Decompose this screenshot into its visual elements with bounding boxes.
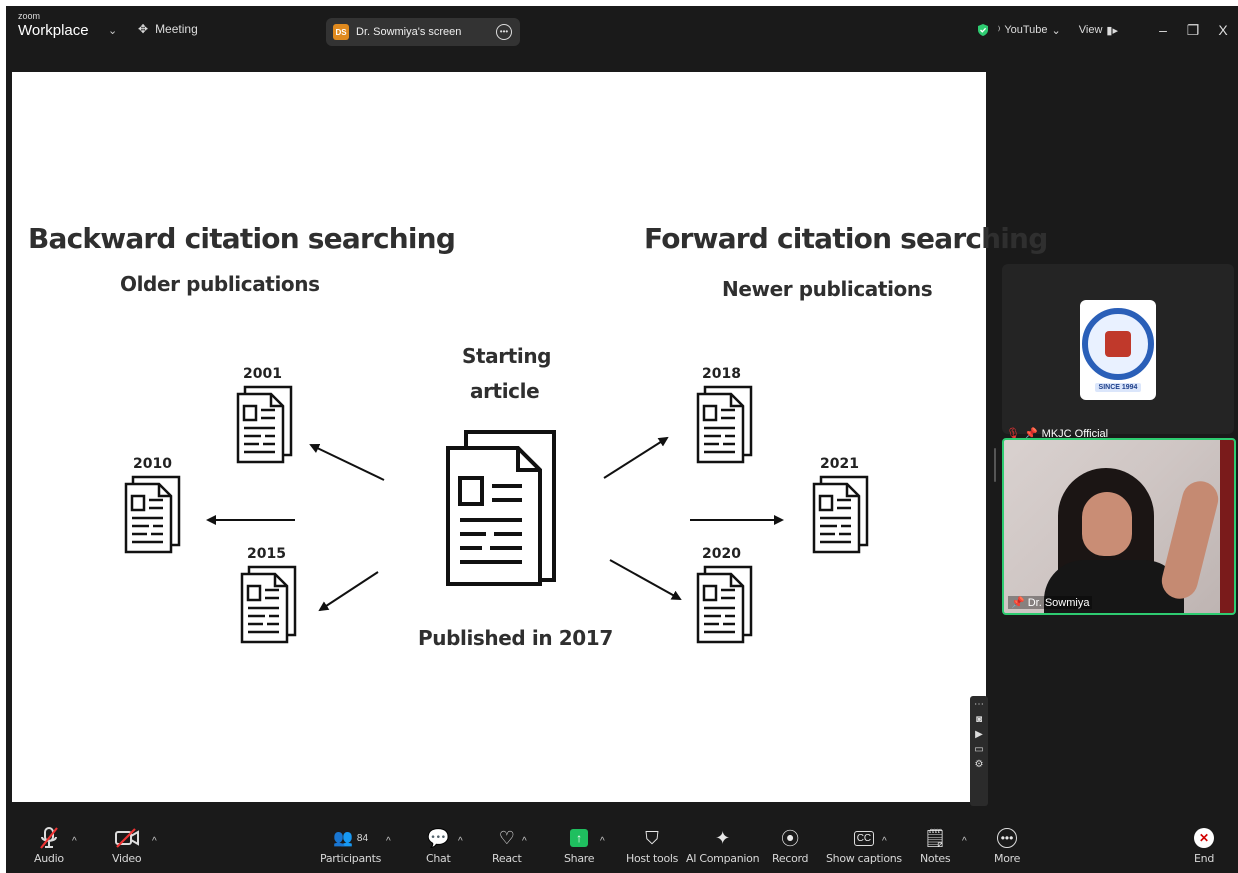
meeting-controls: Audio ^ Video ^ 👥 84 Participants ^ 💬 Cha… — [6, 814, 1238, 873]
participants-count: 84 — [356, 832, 369, 844]
broadcast-icon: ⁾ — [997, 24, 1001, 37]
audio-options-caret[interactable]: ^ — [72, 836, 77, 847]
screen-share-label: Dr. Sowmiya's screen — [356, 26, 462, 38]
participant-name-tag: 📌 Dr. Sowmiya — [1008, 596, 1093, 609]
title-bar: zoom Workplace ⌄ ✥ Meeting DS Dr. Sowmiy… — [6, 6, 1238, 62]
camera-icon[interactable]: ◙ — [976, 715, 982, 725]
closed-captions-icon: CC — [853, 824, 875, 852]
participants-icon: 👥 84 — [332, 830, 369, 847]
chat-options-caret[interactable]: ^ — [458, 836, 463, 847]
chat-button[interactable]: 💬 Chat — [426, 824, 451, 866]
record-icon: ⦿ — [781, 829, 800, 849]
record-label: Record — [772, 852, 809, 865]
react-options-caret[interactable]: ^ — [522, 836, 527, 847]
participants-label: Participants — [320, 852, 382, 865]
muted-mic-icon — [39, 824, 59, 852]
host-shield-icon: ⛉ — [645, 827, 659, 848]
view-menu[interactable]: View ▮▸ — [1079, 24, 1118, 37]
speaker-arm — [1158, 477, 1222, 603]
host-tools-button[interactable]: ⛉ Host tools — [626, 824, 679, 866]
screen-share-pill[interactable]: DS Dr. Sowmiya's screen ••• — [326, 18, 520, 46]
floating-share-toolbar: ⋯ ◙ ▶ ▭ ⚙ — [970, 696, 988, 806]
restore-button[interactable]: ❐ — [1178, 22, 1208, 39]
logo-text: SINCE 1994 — [1094, 383, 1142, 392]
share-screen-icon: ↑ — [570, 824, 589, 852]
video-button[interactable]: Video — [112, 824, 142, 865]
meeting-menu[interactable]: ✥ Meeting — [138, 22, 198, 36]
citation-arrows — [206, 436, 784, 612]
pin-icon: 📌 — [1011, 597, 1025, 609]
chat-label: Chat — [426, 852, 451, 865]
participant-tile-mkjc[interactable]: SINCE 1994 🎙 📌 MKJC Official — [1002, 264, 1234, 440]
presenter-avatar: DS — [333, 24, 349, 40]
brand-small: zoom — [18, 11, 41, 21]
host-tools-label: Host tools — [626, 852, 679, 865]
meeting-label: Meeting — [155, 22, 198, 36]
more-button[interactable]: ••• More — [994, 824, 1020, 865]
college-logo: SINCE 1994 — [1080, 300, 1156, 400]
title-bar-right: ⁾ YouTube ⌄ View ▮▸ – ❐ X — [976, 18, 1238, 42]
video-off-icon — [114, 824, 140, 852]
zoom-workplace-logo: zoom Workplace — [18, 11, 89, 39]
shared-screen: Backward citation searching Older public… — [12, 72, 1048, 802]
chevron-down-icon[interactable]: ⌄ — [108, 24, 117, 37]
background-curtain — [1220, 440, 1234, 613]
brand-large: Workplace — [18, 22, 89, 39]
participant-tile-dr-sowmiya[interactable]: 📌 Dr. Sowmiya — [1002, 438, 1236, 615]
security-shield-icon[interactable] — [976, 23, 990, 37]
more-options-icon[interactable]: ••• — [496, 24, 512, 40]
captions-options-caret[interactable]: ^ — [882, 836, 887, 847]
sparkle-icon: ✦ — [715, 827, 731, 848]
notes-label: Notes — [920, 852, 951, 865]
drag-handle-icon[interactable]: ⋯ — [974, 700, 984, 710]
speaker-face — [1082, 492, 1132, 556]
video-label: Video — [112, 852, 142, 865]
participants-button[interactable]: 👥 84 Participants — [320, 824, 381, 865]
audio-button[interactable]: Audio — [34, 824, 64, 865]
end-label: End — [1194, 852, 1215, 865]
record-button[interactable]: ⦿ Record — [772, 824, 809, 865]
captions-button[interactable]: CC Show captions — [826, 824, 902, 865]
react-button[interactable]: ♡ React — [492, 824, 522, 866]
panel-resize-handle[interactable] — [994, 448, 996, 482]
ai-companion-label: AI Companion — [686, 852, 760, 865]
heart-icon: ♡ — [498, 827, 515, 848]
end-button[interactable]: ✕ End — [1194, 824, 1214, 865]
view-label: View — [1078, 24, 1103, 36]
logo-crest — [1105, 331, 1131, 357]
react-label: React — [492, 852, 522, 865]
stream-label: YouTube — [1004, 24, 1048, 36]
ai-companion-button[interactable]: ✦ AI Companion — [686, 824, 760, 866]
window-icon[interactable]: ▭ — [974, 745, 983, 755]
video-options-caret[interactable]: ^ — [152, 836, 157, 847]
share-button[interactable]: ↑ Share — [564, 824, 595, 865]
captions-label: Show captions — [826, 852, 902, 865]
settings-icon[interactable]: ⚙ — [975, 760, 984, 770]
more-icon: ••• — [997, 824, 1018, 852]
meeting-icon: ✥ — [138, 22, 149, 36]
video-icon[interactable]: ▶ — [975, 730, 983, 740]
more-label: More — [994, 852, 1021, 865]
chevron-down-icon: ⌄ — [1051, 24, 1061, 37]
logo-emblem — [1082, 308, 1154, 380]
minimize-button[interactable]: – — [1148, 22, 1178, 38]
chat-icon: 💬 — [427, 827, 450, 848]
share-options-caret[interactable]: ^ — [600, 836, 605, 847]
audio-label: Audio — [34, 852, 64, 865]
notes-options-caret[interactable]: ^ — [962, 836, 967, 847]
zoom-window: zoom Workplace ⌄ ✥ Meeting DS Dr. Sowmiy… — [6, 6, 1238, 873]
participant-name: Dr. Sowmiya — [1027, 596, 1090, 609]
close-button[interactable]: X — [1208, 22, 1238, 38]
notes-icon: 🗒 — [923, 827, 947, 848]
end-call-icon: ✕ — [1194, 824, 1214, 852]
live-stream-menu[interactable]: ⁾ YouTube ⌄ — [998, 24, 1061, 37]
share-label: Share — [564, 852, 595, 865]
notes-button[interactable]: 🗒 Notes — [920, 824, 951, 866]
participants-options-caret[interactable]: ^ — [386, 836, 391, 847]
view-layout-icon: ▮▸ — [1106, 24, 1118, 37]
